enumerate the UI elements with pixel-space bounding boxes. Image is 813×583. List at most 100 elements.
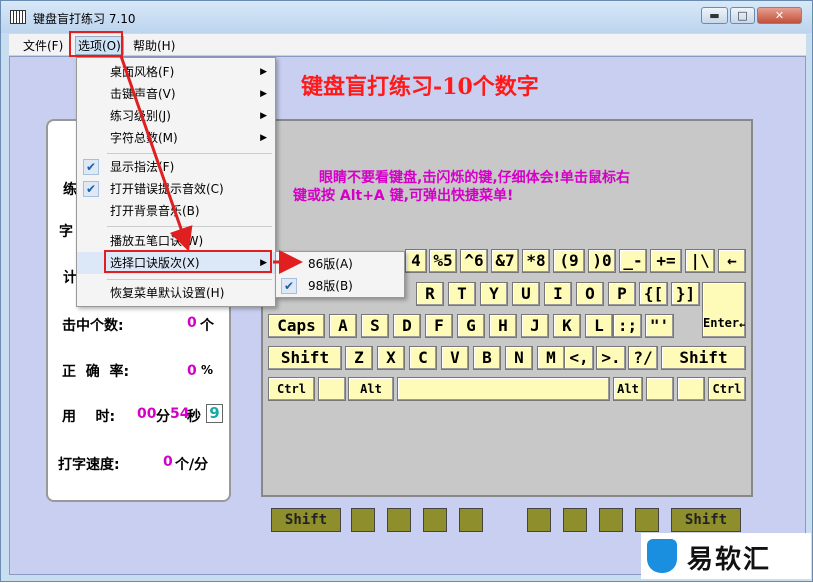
checkmark-icon: ✔	[281, 278, 297, 294]
menu-separator	[107, 226, 272, 227]
key-t[interactable]: T	[448, 282, 476, 306]
key-left-ctrl[interactable]: Ctrl	[268, 377, 315, 401]
accuracy-value: 0	[187, 363, 197, 379]
time-seconds-unit: 秒	[187, 409, 201, 425]
menu-item-error-sound[interactable]: ✔ 打开错误提示音效(C)	[77, 178, 275, 200]
key-right-win[interactable]	[646, 377, 674, 401]
key-c[interactable]: C	[409, 346, 437, 370]
finger-indicator	[387, 508, 411, 532]
key-m[interactable]: M	[537, 346, 565, 370]
finger-indicator	[459, 508, 483, 532]
key-slash[interactable]: ?/	[628, 346, 658, 370]
key-semicolon[interactable]: :;	[613, 314, 642, 338]
instruction-line-2: 键或按 Alt+A 键,可弹出快捷菜单!	[293, 188, 514, 204]
menu-item-version-98[interactable]: ✔ 98版(B)	[276, 275, 404, 297]
key-9[interactable]: (9	[553, 249, 585, 273]
key-v[interactable]: V	[441, 346, 469, 370]
key-y[interactable]: Y	[480, 282, 508, 306]
key-left-alt[interactable]: Alt	[348, 377, 394, 401]
menu-help[interactable]: 帮助(H)	[133, 37, 175, 54]
key-right-ctrl[interactable]: Ctrl	[708, 377, 746, 401]
key-left-win[interactable]	[318, 377, 346, 401]
key-p[interactable]: P	[608, 282, 636, 306]
menu-item-key-sound[interactable]: 击键声音(V) ▶	[77, 83, 275, 105]
hits-unit: 个	[200, 318, 214, 334]
key-5[interactable]: %5	[429, 249, 457, 273]
keyboard-app-icon	[10, 10, 26, 24]
key-lbracket[interactable]: {[	[639, 282, 668, 306]
maximize-button[interactable]: □	[730, 7, 755, 24]
time-minutes: 00	[137, 406, 157, 422]
menu-file[interactable]: 文件(F)	[23, 37, 63, 54]
menu-item-label: 86版(A)	[308, 257, 353, 271]
key-o[interactable]: O	[576, 282, 604, 306]
key-z[interactable]: Z	[345, 346, 373, 370]
menu-item-label: 练习级别(J)	[110, 109, 171, 123]
submenu-arrow-icon: ▶	[260, 111, 267, 121]
key-equals[interactable]: +=	[650, 249, 682, 273]
checkmark-icon: ✔	[83, 181, 99, 197]
hits-label: 击中个数:	[62, 318, 124, 334]
key-j[interactable]: J	[521, 314, 549, 338]
menu-item-label: 打开错误提示音效(C)	[110, 182, 224, 196]
key-i[interactable]: I	[544, 282, 572, 306]
finger-indicator	[527, 508, 551, 532]
key-caps[interactable]: Caps	[268, 314, 325, 338]
key-right-alt[interactable]: Alt	[613, 377, 643, 401]
key-enter[interactable]: Enter↵	[702, 282, 746, 338]
menu-separator	[107, 279, 272, 280]
key-0[interactable]: )0	[588, 249, 616, 273]
title-bar: 键盘盲打练习 7.10 ▬ □ ✕	[1, 1, 812, 33]
key-f[interactable]: F	[425, 314, 453, 338]
key-r[interactable]: R	[416, 282, 444, 306]
key-x[interactable]: X	[377, 346, 405, 370]
key-k[interactable]: K	[553, 314, 581, 338]
key-g[interactable]: G	[457, 314, 485, 338]
key-menu[interactable]	[677, 377, 705, 401]
key-d[interactable]: D	[393, 314, 421, 338]
key-s[interactable]: S	[361, 314, 389, 338]
key-b[interactable]: B	[473, 346, 501, 370]
key-7[interactable]: &7	[491, 249, 519, 273]
key-backslash[interactable]: |\	[685, 249, 715, 273]
key-n[interactable]: N	[505, 346, 533, 370]
watermark-text: 易软汇	[687, 545, 772, 575]
key-rbracket[interactable]: }]	[671, 282, 700, 306]
submenu-arrow-icon: ▶	[260, 67, 267, 77]
key-comma[interactable]: <,	[564, 346, 594, 370]
menu-item-bg-music[interactable]: 打开背景音乐(B)	[77, 200, 275, 222]
key-quote[interactable]: "'	[645, 314, 674, 338]
hits-value: 0	[187, 315, 197, 331]
menu-item-version-86[interactable]: 86版(A)	[276, 253, 404, 275]
menu-item-play-wubi-verse[interactable]: 播放五笔口诀(W)	[77, 230, 275, 252]
finger-indicator	[635, 508, 659, 532]
menu-item-desktop-style[interactable]: 桌面风格(F) ▶	[77, 61, 275, 83]
key-right-shift[interactable]: Shift	[661, 346, 746, 370]
menu-item-restore-defaults[interactable]: 恢复菜单默认设置(H)	[77, 282, 275, 304]
key-6[interactable]: ^6	[460, 249, 488, 273]
menu-item-char-total[interactable]: 字符总数(M) ▶	[77, 127, 275, 149]
close-button[interactable]: ✕	[757, 7, 802, 24]
finger-left-shift: Shift	[271, 508, 341, 532]
key-u[interactable]: U	[512, 282, 540, 306]
menu-item-level[interactable]: 练习级别(J) ▶	[77, 105, 275, 127]
key-backspace[interactable]: ←	[718, 249, 746, 273]
menu-item-label: 显示指法(F)	[110, 160, 175, 174]
minimize-button[interactable]: ▬	[701, 7, 728, 24]
key-minus[interactable]: _-	[619, 249, 647, 273]
key-space[interactable]	[397, 377, 610, 401]
highlight-verse-version	[104, 250, 272, 273]
key-a[interactable]: A	[329, 314, 357, 338]
submenu-arrow-icon: ▶	[260, 133, 267, 143]
menu-item-show-fingering[interactable]: ✔ 显示指法(F)	[77, 156, 275, 178]
key-left-shift[interactable]: Shift	[268, 346, 342, 370]
key-4[interactable]: 4	[405, 249, 427, 273]
key-h[interactable]: H	[489, 314, 517, 338]
key-period[interactable]: >.	[596, 346, 626, 370]
key-l[interactable]: L	[585, 314, 613, 338]
menu-item-label: 播放五笔口诀(W)	[110, 234, 204, 248]
finger-indicator	[563, 508, 587, 532]
checkmark-icon: ✔	[83, 159, 99, 175]
key-8[interactable]: *8	[522, 249, 550, 273]
window-title: 键盘盲打练习 7.10	[33, 12, 136, 26]
